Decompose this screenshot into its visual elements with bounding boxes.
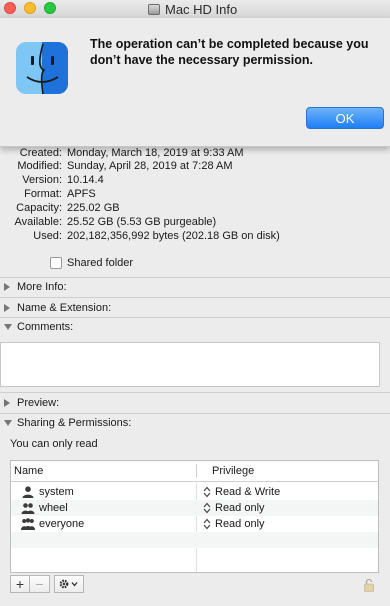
info-label: Used: [33, 230, 62, 242]
add-user-button[interactable]: + [10, 575, 30, 593]
section-label: More Info: [17, 281, 67, 293]
info-value: Monday, March 18, 2019 at 9:33 AM [67, 147, 244, 159]
single-user-icon [22, 486, 34, 498]
privilege-select[interactable]: Read & Write [215, 484, 280, 500]
info-label: Format: [24, 188, 62, 200]
info-value: 202,182,356,992 bytes (202.18 GB on disk… [67, 230, 280, 242]
hard-disk-icon [148, 3, 160, 15]
info-row-used: Used: 202,182,356,992 bytes (202.18 GB o… [0, 229, 390, 243]
info-row-capacity: Capacity: 225.02 GB [0, 201, 390, 215]
info-row-modified: Modified: Sunday, April 28, 2019 at 7:28… [0, 159, 390, 173]
disclosure-triangle-icon[interactable] [4, 283, 10, 291]
stepper-arrows-icon[interactable] [203, 502, 211, 514]
zoom-window-button[interactable] [44, 2, 56, 14]
privilege-select[interactable]: Read only [215, 516, 265, 532]
divider [0, 297, 390, 298]
lock-icon[interactable] [364, 578, 374, 592]
permissions-toolbar: + − [10, 575, 84, 593]
finder-icon [16, 42, 68, 95]
section-label: Comments: [17, 321, 74, 333]
divider [0, 392, 390, 393]
user-name: wheel [39, 502, 68, 514]
alert-message: The operation can’t be completed because… [90, 37, 369, 67]
user-name: system [39, 486, 74, 498]
everyone-icon [21, 518, 35, 530]
section-label: Sharing & Permissions: [17, 417, 132, 429]
table-row-empty [11, 548, 378, 564]
alert-sheet: The operation can’t be completed because… [0, 18, 390, 147]
privilege-select[interactable]: Read only [215, 500, 265, 516]
close-window-button[interactable] [4, 2, 16, 14]
column-header-privilege[interactable]: Privilege [212, 461, 254, 481]
table-header: Name Privilege [11, 461, 378, 482]
disclosure-triangle-icon[interactable] [4, 304, 10, 312]
section-comments[interactable]: Comments: [0, 319, 390, 335]
action-menu-button[interactable] [54, 575, 84, 593]
info-label: Capacity: [16, 202, 62, 214]
column-header-name[interactable]: Name [14, 461, 43, 481]
shared-folder-checkbox[interactable] [50, 257, 62, 269]
info-row-format: Format: APFS [0, 187, 390, 201]
section-label: Name & Extension: [17, 302, 112, 314]
section-more-info[interactable]: More Info: [0, 279, 390, 295]
title-bar: Mac HD Info [0, 0, 390, 19]
stepper-arrows-icon[interactable] [203, 518, 211, 530]
section-name-extension[interactable]: Name & Extension: [0, 300, 390, 316]
section-label: Preview: [17, 397, 60, 409]
comments-textarea[interactable] [0, 342, 380, 387]
disclosure-triangle-icon[interactable] [4, 399, 10, 407]
permissions-table: Name Privilege system Read & Write wheel… [10, 460, 379, 573]
info-value: 25.52 GB (5.53 GB purgeable) [67, 216, 217, 228]
disclosure-triangle-icon[interactable] [4, 420, 12, 426]
stepper-arrows-icon[interactable] [203, 486, 211, 498]
shared-folder-label: Shared folder [67, 257, 134, 269]
user-name: everyone [39, 518, 85, 530]
window-title: Mac HD Info [165, 1, 238, 17]
minimize-window-button[interactable] [24, 2, 36, 14]
info-value: 225.02 GB [67, 202, 120, 214]
table-row[interactable]: everyone Read only [11, 516, 378, 532]
column-separator [196, 464, 197, 478]
table-row[interactable]: wheel Read only [11, 500, 378, 516]
info-row-created: Created: Monday, March 18, 2019 at 9:33 … [0, 146, 390, 160]
info-label: Available: [14, 216, 63, 228]
group-icon [21, 503, 35, 514]
info-label: Version: [22, 174, 62, 186]
table-row-empty [11, 532, 378, 548]
divider [0, 413, 390, 414]
section-sharing-permissions[interactable]: Sharing & Permissions: [0, 415, 390, 431]
info-row-version: Version: 10.14.4 [0, 173, 390, 187]
info-value: APFS [67, 188, 96, 200]
disclosure-triangle-icon[interactable] [4, 324, 12, 330]
divider [0, 317, 390, 318]
info-value: Sunday, April 28, 2019 at 7:28 AM [67, 160, 233, 172]
remove-user-button[interactable]: − [30, 575, 50, 593]
section-preview[interactable]: Preview: [0, 395, 390, 411]
permission-status: You can only read [10, 438, 98, 450]
info-label: Created: [19, 147, 62, 159]
info-value: 10.14.4 [67, 174, 104, 186]
info-row-available: Available: 25.52 GB (5.53 GB purgeable) [0, 215, 390, 229]
info-label: Modified: [17, 160, 62, 172]
window-title-group: Mac HD Info [148, 0, 237, 18]
table-row[interactable]: system Read & Write [11, 484, 378, 500]
divider [0, 277, 390, 278]
gear-icon [59, 579, 78, 589]
ok-button[interactable]: OK [306, 107, 384, 129]
